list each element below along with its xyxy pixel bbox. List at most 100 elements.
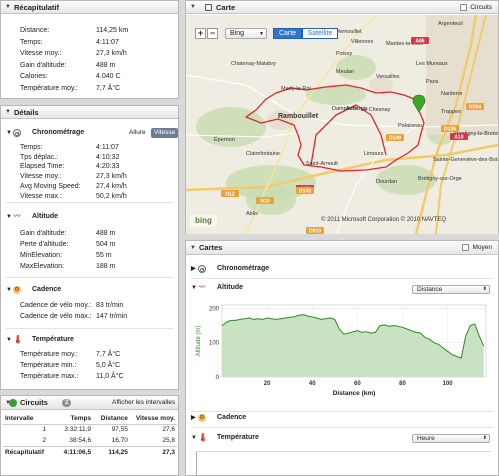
table-row[interactable]: 1 3:32:11,9 97,55 27,6 — [3, 424, 177, 435]
map-type-carte-button[interactable]: Carte — [273, 28, 302, 39]
expand-triangle-icon[interactable]: ▶ — [191, 413, 196, 423]
temperature-xaxis-value: Heure — [417, 435, 435, 442]
stat-value: 55 m — [96, 252, 112, 259]
collapse-triangle-icon[interactable]: ▼ — [190, 1, 196, 14]
recap-header[interactable]: ▼ Récapitulatif — [1, 1, 178, 14]
stat-value: 27,4 km/h — [96, 182, 127, 190]
stat-value: 4.040 C — [96, 73, 121, 80]
stat-row: Cadence de vélo moy.: 83 tr/min — [1, 301, 178, 310]
stat-value: 4:11:07 — [96, 38, 119, 46]
map-copyright: © 2011 Microsoft Corporation © 2010 NAVT… — [321, 217, 447, 223]
place-label: Vernouillet — [336, 29, 362, 35]
place-label: Les Mureaux — [416, 61, 448, 67]
charts-panel: ▼ Cartes Moyen ▶ ◷ Chronométrage ▼ 〰 Alt… — [185, 240, 499, 476]
column-header[interactable]: Distance — [93, 413, 130, 425]
divider — [191, 427, 493, 428]
chrono-title: Chronométrage — [32, 129, 85, 136]
collapse-triangle-icon[interactable]: ▼ — [191, 283, 197, 293]
cadence-title: Cadence — [32, 286, 62, 293]
altitude-chart[interactable]: 0 100 200 20 40 60 80 100 Altitude (m) Distance (… — [186, 297, 498, 409]
y-tick-label: 0 — [216, 375, 220, 381]
chart-temperature-title: Température — [217, 434, 259, 441]
stat-value: 11,0 Â°C — [96, 373, 124, 380]
zoom-out-button[interactable]: − — [207, 28, 218, 39]
cadence-section-header[interactable]: ▼ ⚙ Cadence — [1, 285, 178, 295]
collapse-triangle-icon[interactable]: ▼ — [6, 212, 12, 222]
collapse-triangle-icon[interactable]: ▼ — [6, 335, 12, 345]
charts-title: Cartes — [199, 243, 223, 252]
column-header[interactable]: Intervalle — [3, 413, 49, 425]
zoom-in-button[interactable]: + — [195, 28, 206, 39]
circuits-checkbox[interactable] — [460, 3, 468, 11]
tab-allure[interactable]: Allure — [129, 128, 146, 138]
tab-vitesse[interactable]: Vitesse — [151, 128, 179, 138]
column-header[interactable]: Vitesse moy. — [129, 413, 177, 425]
map-type-satellite-button[interactable]: Satellite — [302, 28, 338, 39]
temperature-xaxis-select[interactable]: Heure ⬍ — [412, 434, 490, 443]
stat-value: 7,7 Â°C — [96, 84, 121, 92]
stat-row: Vitesse max.: 50,2 km/h — [1, 192, 178, 201]
moyen-checkbox[interactable] — [462, 243, 470, 251]
chrono-section-header[interactable]: ▼ ◷ Chronométrage Allure Vitesse — [1, 128, 179, 138]
stat-row: MinElevation: 55 m — [1, 251, 178, 260]
table-row[interactable]: 2 38:54,6 16,70 25,8 — [3, 435, 177, 446]
divider — [191, 411, 493, 412]
stat-value: 27,3 km/h — [96, 173, 127, 181]
stat-row: Calories: 4.040 C — [1, 72, 178, 81]
details-header[interactable]: ▼ Détails — [1, 106, 178, 119]
map-provider-select[interactable]: Bing ▼ — [225, 28, 267, 39]
divider — [6, 328, 173, 329]
stat-row: Vitesse moy.: 27,3 km/h — [1, 49, 178, 58]
temperature-title: Température — [32, 336, 74, 343]
stat-label: Cadence de vélo moy.: — [20, 302, 92, 309]
circuits-toggle[interactable]: Circuits — [460, 1, 492, 14]
table-cell: 2 — [42, 436, 47, 444]
x-tick-label: 40 — [309, 381, 316, 387]
stat-row: Température moy.: 7,7 Â°C — [1, 350, 178, 359]
temperature-section-header[interactable]: ▼ 🌡 Température — [1, 335, 178, 345]
thermometer-icon: 🌡 — [13, 335, 24, 344]
place-label: Villennes — [351, 39, 373, 45]
moyen-toggle[interactable]: Moyen — [462, 241, 492, 255]
temperature-chart-area[interactable] — [196, 451, 491, 475]
chart-chrono-header[interactable]: ▶ ◷ Chronométrage — [186, 264, 498, 274]
place-label: Rambouillet — [278, 113, 319, 120]
collapse-triangle-icon[interactable]: ▼ — [6, 285, 12, 295]
x-tick-label: 100 — [443, 381, 454, 387]
stat-value: 488 m — [96, 61, 116, 69]
show-intervals-link[interactable]: Afficher les intervalles — [112, 396, 175, 410]
column-header[interactable]: Temps — [48, 413, 94, 425]
table-header-row: Intervalle Temps Distance Vitesse moy. — [3, 413, 177, 425]
stat-value: 488 m — [96, 230, 116, 237]
map-canvas[interactable]: Vernouillet Villennes Poissy Argenteuil Mant… — [186, 15, 498, 234]
details-title: Détails — [14, 108, 39, 117]
table-cell: 38:54,6 — [69, 436, 92, 444]
collapse-triangle-icon[interactable]: ▼ — [190, 241, 196, 255]
stat-row: Temps: 4:11:07 — [1, 143, 178, 152]
charts-header[interactable]: ▼ Cartes Moyen — [186, 241, 498, 255]
chevron-down-icon: ⬍ — [482, 286, 487, 292]
table-cell: 3:32:11,9 — [64, 426, 92, 434]
road-shield-label: D910 — [309, 229, 321, 235]
altitude-xaxis-select[interactable]: Distance ⬍ — [412, 285, 490, 294]
map-svg[interactable]: VernouilletVillennesPoissyArgenteuilMant… — [186, 15, 498, 234]
divider — [6, 277, 173, 278]
road-shield-label: N104 — [469, 105, 481, 111]
map-header[interactable]: ▼ Carte Circuits — [186, 1, 498, 14]
map-icon — [205, 4, 212, 11]
collapse-triangle-icon[interactable]: ▼ — [6, 128, 12, 138]
road-shield-label: N10 — [260, 199, 269, 205]
collapse-triangle-icon[interactable]: ▼ — [5, 106, 11, 119]
altitude-section-header[interactable]: ▼ 〰 Altitude — [1, 212, 178, 222]
circuits-icon — [9, 399, 17, 407]
collapse-triangle-icon[interactable]: ▼ — [5, 1, 11, 14]
details-panel: ▼ Détails ▼ ◷ Chronométrage Allure Vitess… — [0, 105, 179, 390]
stat-label: Température moy.: — [20, 84, 78, 92]
circuits-header[interactable]: ▼ Circuits 2 Afficher les intervalles — [1, 396, 178, 410]
stat-value: 5,0 Â°C — [96, 362, 121, 369]
stat-label: Temps: — [20, 38, 43, 46]
collapse-triangle-icon[interactable]: ▼ — [191, 433, 197, 443]
chart-cadence-header[interactable]: ▶ ⚙ Cadence — [186, 413, 498, 423]
stat-label: Vitesse moy.: — [20, 50, 62, 57]
expand-triangle-icon[interactable]: ▶ — [191, 264, 196, 274]
